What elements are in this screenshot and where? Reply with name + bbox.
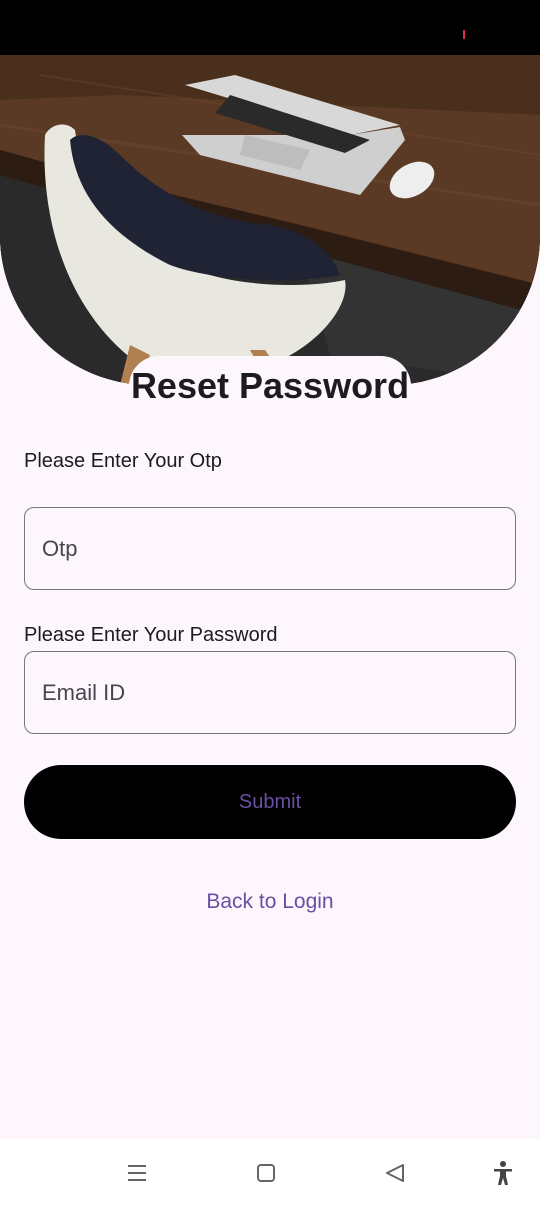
back-to-login-link[interactable]: Back to Login (0, 890, 540, 914)
status-bar (0, 0, 540, 55)
otp-label: Please Enter Your Otp (24, 450, 222, 472)
password-field-container[interactable] (24, 651, 516, 734)
header-image (0, 55, 540, 385)
password-input[interactable] (25, 652, 515, 733)
password-label: Please Enter Your Password (24, 624, 278, 646)
otp-field-container[interactable] (24, 507, 516, 590)
page-title: Reset Password (129, 356, 411, 416)
navigation-bar (0, 1139, 540, 1206)
menu-icon[interactable] (126, 1163, 148, 1188)
accessibility-icon[interactable] (492, 1160, 514, 1191)
home-icon[interactable] (256, 1163, 276, 1188)
back-icon[interactable] (384, 1163, 406, 1188)
submit-button[interactable]: Submit (24, 765, 516, 839)
status-indicator (463, 30, 465, 39)
otp-input[interactable] (25, 508, 515, 589)
